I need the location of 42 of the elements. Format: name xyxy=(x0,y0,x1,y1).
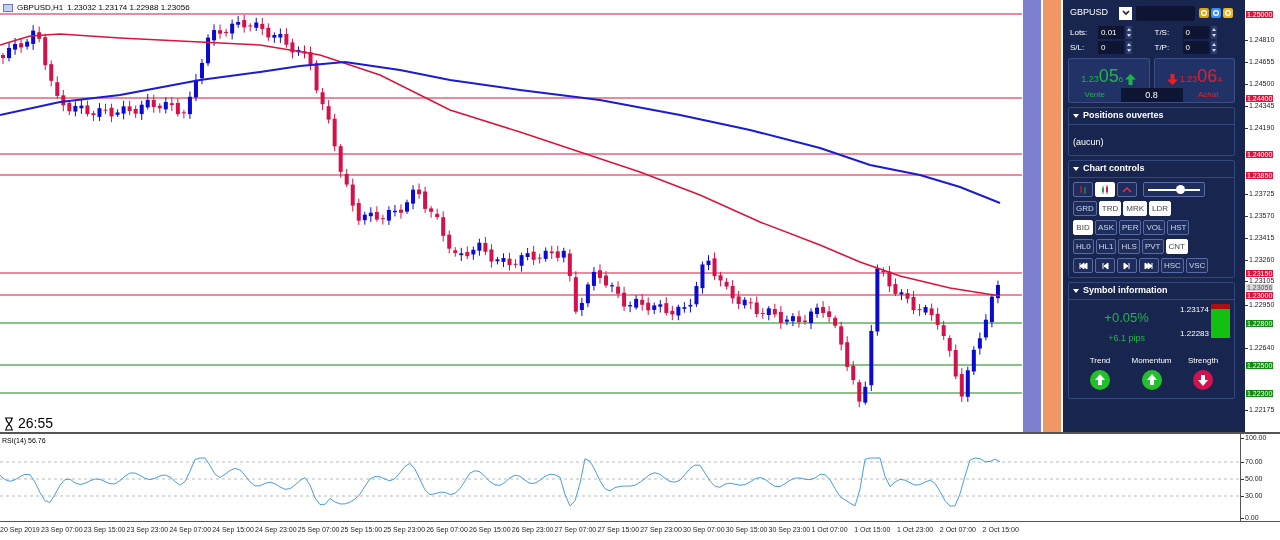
price-quote: 1.23064 xyxy=(1179,67,1222,85)
countdown-timer: 26:55 xyxy=(18,414,54,432)
low-price: 1.22283 xyxy=(1180,328,1209,340)
section-header[interactable]: Positions ouvertes xyxy=(1083,109,1164,123)
number-field[interactable]: 0 xyxy=(1182,41,1209,54)
chart-control-button[interactable]: GRD xyxy=(1073,201,1097,216)
chart-control-button[interactable]: HL1 xyxy=(1095,239,1117,254)
field-label: T/P: xyxy=(1154,41,1171,54)
pips-change: +6.1 pips xyxy=(1108,331,1145,345)
field-label: S/L: xyxy=(1070,41,1086,54)
chart-control-button[interactable]: CNT xyxy=(1165,239,1188,254)
chart-control-button[interactable]: BID xyxy=(1073,220,1093,235)
chart-control-button[interactable]: ASK xyxy=(1095,220,1117,235)
field-label: Lots: xyxy=(1070,26,1089,39)
chart-control-button[interactable]: VOL xyxy=(1143,220,1166,235)
empty-positions-text: (aucun) xyxy=(1073,137,1104,147)
ohlc-values: 1.23032 1.23174 1.22988 1.23056 xyxy=(67,2,190,14)
chart-symbol-label: GBPUSD,H1 xyxy=(17,2,64,14)
chart-control-button[interactable]: MRK xyxy=(1123,201,1147,216)
chart-control-button[interactable]: LDR xyxy=(1149,201,1172,216)
indicator-label: Strength xyxy=(1187,355,1219,367)
field-label: T/S: xyxy=(1154,26,1171,39)
chart-control-button[interactable]: TRD xyxy=(1098,201,1122,216)
number-field[interactable]: 0 xyxy=(1182,26,1209,39)
number-field[interactable]: 0 xyxy=(1098,41,1124,54)
chart-control-button[interactable]: HLS xyxy=(1118,239,1140,254)
price-quote: 1.23056 xyxy=(1081,67,1124,85)
symbol-label: GBPUSD xyxy=(1069,6,1109,20)
chart-control-button[interactable]: PER xyxy=(1119,220,1142,235)
section-header[interactable]: Chart controls xyxy=(1083,162,1145,176)
high-price: 1.23174 xyxy=(1180,304,1209,316)
indicator-label: Momentum xyxy=(1131,355,1172,367)
chart-control-button[interactable]: VSC xyxy=(1185,258,1209,273)
sell-button[interactable]: 1.23056 xyxy=(1068,58,1150,88)
indicator-label: Trend xyxy=(1089,355,1111,367)
chart-control-button[interactable]: HSC xyxy=(1161,258,1184,273)
chart-control-button[interactable]: HL0 xyxy=(1073,239,1094,254)
percent-change: +0.05% xyxy=(1104,309,1149,327)
chart-control-button[interactable]: PVT xyxy=(1141,239,1164,254)
number-field[interactable]: 0.01 xyxy=(1098,26,1124,39)
chart-control-button[interactable]: HST xyxy=(1167,220,1190,235)
section-header[interactable]: Symbol information xyxy=(1083,284,1168,298)
